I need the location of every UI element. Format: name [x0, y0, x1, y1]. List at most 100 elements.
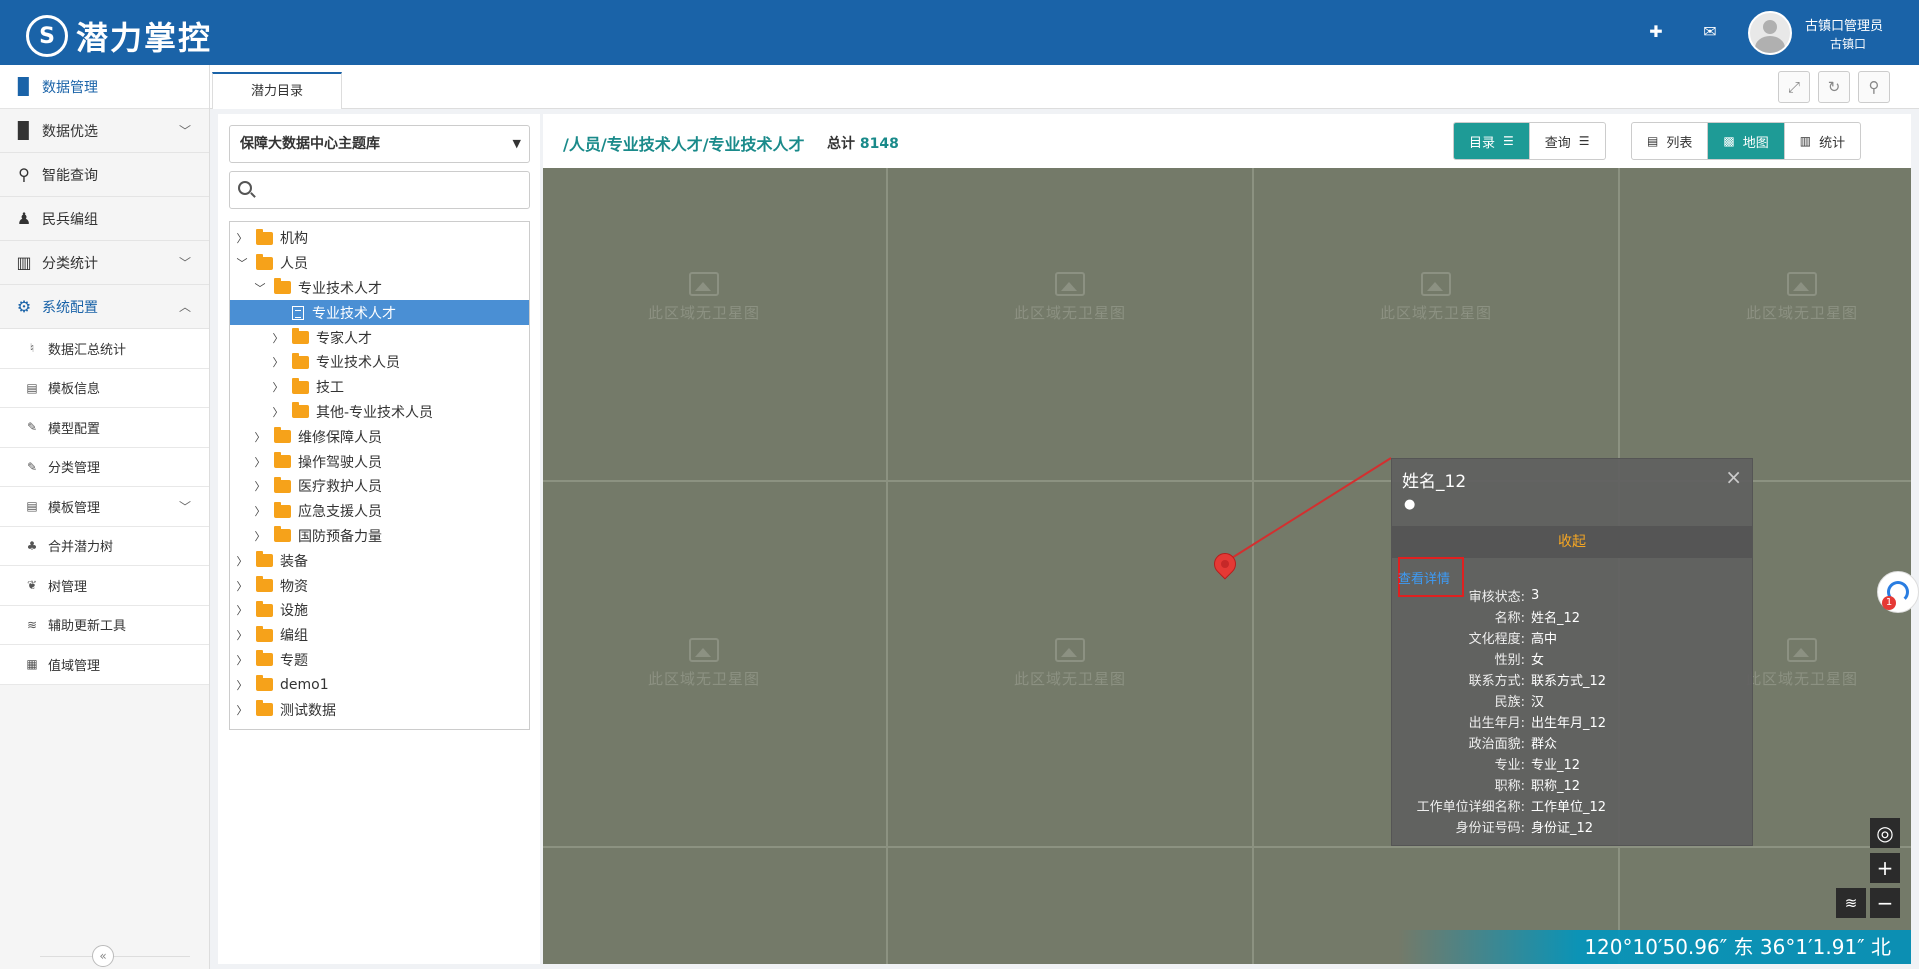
sidebar-subitem-update-tool[interactable]: ≋ 辅助更新工具	[0, 605, 209, 645]
sidebar-item-label: 数据优选	[42, 123, 98, 140]
sidebar-subitem-template-info[interactable]: ▤ 模板信息	[0, 368, 209, 408]
catalog-button[interactable]: 目录 ☰	[1454, 123, 1530, 159]
sidebar-subitem-label: 模板信息	[48, 382, 101, 398]
chevron-right-icon[interactable]: 〉	[234, 602, 250, 618]
chevron-right-icon[interactable]: 〉	[234, 627, 250, 643]
sidebar-item-militia[interactable]: ♟ 民兵编组	[0, 197, 209, 241]
layers-icon[interactable]: ≋	[1836, 888, 1866, 918]
sidebar-item-category-stats[interactable]: ▥ 分类统计 ﹀	[0, 241, 209, 285]
map-button[interactable]: ▩ 地图	[1708, 123, 1785, 159]
tab-potential-catalog[interactable]: 潜力目录	[212, 72, 342, 109]
refresh-icon[interactable]: ↻	[1818, 71, 1850, 103]
popup-field: 工作单位详细名称: 工作单位_12	[1392, 795, 1752, 816]
sidebar-subitem-summary-stats[interactable]: ♮ 数据汇总统计	[0, 329, 209, 369]
collapse-sidebar-button[interactable]: «	[92, 945, 114, 967]
chevron-down-icon: ﹀	[178, 256, 191, 270]
tree-node-guofang[interactable]: 〉 国防预备力量	[230, 524, 529, 549]
library-select[interactable]: 保障大数据中心主题库 ▼	[229, 125, 530, 163]
chevron-right-icon[interactable]: 〉	[252, 454, 268, 470]
sidebar-item-system-config[interactable]: ⚙ 系统配置 ︿	[0, 285, 209, 329]
chevron-down-icon[interactable]: ﹀	[252, 280, 268, 296]
stats-button[interactable]: ▥ 统计	[1785, 123, 1860, 159]
tree-node-qita[interactable]: 〉 其他-专业技术人员	[230, 400, 529, 425]
query-button[interactable]: 查询 ☰	[1530, 123, 1605, 159]
tree-node-bianzu[interactable]: 〉 编组	[230, 623, 529, 648]
folder-icon	[256, 700, 273, 717]
mail-icon[interactable]: ✉	[1700, 22, 1720, 42]
fullscreen-icon[interactable]: ⤢	[1778, 71, 1810, 103]
chevron-right-icon[interactable]: 〉	[234, 702, 250, 718]
chevron-right-icon[interactable]: 〉	[270, 404, 286, 420]
support-badge[interactable]: 1	[1877, 571, 1919, 613]
sidebar-subitem-template-management[interactable]: ▤ 模板管理 ﹀	[0, 487, 209, 527]
sidebar-subitem-model-config[interactable]: ✎ 模型配置	[0, 408, 209, 448]
app-logo[interactable]: S 潜力掌控	[26, 13, 212, 59]
map-icon: ▩	[1723, 134, 1735, 148]
chevron-right-icon[interactable]: 〉	[234, 677, 250, 693]
tree-search-input[interactable]	[260, 176, 520, 204]
tree-node-label: 医疗救护人员	[298, 479, 382, 496]
catalog-panel: 保障大数据中心主题库 ▼ 〉机构 ﹀ 人员 ﹀ 专业技术人才 专业技术人才 〉专家人…	[218, 114, 540, 964]
sidebar-subitem-domain-management[interactable]: ▦ 值域管理	[0, 645, 209, 685]
sidebar-subitem-label: 合并潜力树	[48, 540, 114, 556]
tree-node-zhuanti[interactable]: 〉 专题	[230, 648, 529, 673]
sidebar-item-data-management[interactable]: ▉ 数据管理	[0, 65, 209, 109]
chevron-right-icon[interactable]: 〉	[270, 354, 286, 370]
chevron-right-icon[interactable]: 〉	[252, 503, 268, 519]
book-icon: ▉	[17, 121, 31, 140]
tree-node-zhuanjia[interactable]: 〉 专家人才	[230, 325, 529, 350]
tree-node-jigou[interactable]: 〉 机构	[230, 226, 529, 251]
coordinate-readout: 120°10′50.96″ 东 36°1′1.91″ 北	[1398, 930, 1911, 964]
tree-node-zhuangbei[interactable]: 〉 装备	[230, 548, 529, 573]
tree-node-zhuanye-parent[interactable]: ﹀ 专业技术人才	[230, 276, 529, 301]
tree-node-yiliao[interactable]: 〉 医疗救护人员	[230, 474, 529, 499]
tree-search[interactable]	[229, 171, 530, 209]
chevron-right-icon[interactable]: 〉	[252, 528, 268, 544]
locate-icon[interactable]: ◎	[1870, 818, 1900, 848]
tree-node-zhuanye-selected[interactable]: 专业技术人才	[230, 300, 529, 326]
tree-node-weixiu[interactable]: 〉 维修保障人员	[230, 424, 529, 449]
chevron-right-icon[interactable]: 〉	[234, 230, 250, 246]
tree-node-demo1[interactable]: 〉 demo1	[230, 672, 529, 697]
popup-collapse-button[interactable]: 收起	[1392, 526, 1752, 558]
sidebar-subitem-merge-tree[interactable]: ♣ 合并潜力树	[0, 526, 209, 566]
zoom-in-button[interactable]: +	[1870, 853, 1900, 883]
library-select-value: 保障大数据中心主题库	[240, 136, 380, 152]
tree-node-caozuo[interactable]: 〉 操作驾驶人员	[230, 449, 529, 474]
user-name[interactable]: 古镇口管理员	[1805, 15, 1883, 34]
tree-node-ceshi[interactable]: 〉 测试数据	[230, 697, 529, 722]
map-view[interactable]: 此区域无卫星图 此区域无卫星图 此区域无卫星图 此区域无卫星图 此区域无卫星图 …	[543, 168, 1911, 964]
chevron-right-icon[interactable]: 〉	[270, 330, 286, 346]
tree-node-yingji[interactable]: 〉 应急支援人员	[230, 499, 529, 524]
sidebar-item-data-optimize[interactable]: ▉ 数据优选 ﹀	[0, 109, 209, 153]
chevron-right-icon[interactable]: 〉	[234, 652, 250, 668]
chevron-down-icon: ﹀	[178, 499, 191, 514]
puzzle-icon[interactable]: ✚	[1646, 22, 1666, 42]
search-icon[interactable]: ⚲	[1858, 71, 1890, 103]
folder-icon	[256, 625, 273, 642]
chevron-right-icon[interactable]: 〉	[234, 578, 250, 594]
tree-node-jigong[interactable]: 〉 技工	[230, 375, 529, 400]
sidebar-subitem-category-management[interactable]: ✎ 分类管理	[0, 447, 209, 487]
chevron-down-icon[interactable]: ﹀	[234, 255, 250, 271]
chevron-right-icon[interactable]: 〉	[234, 553, 250, 569]
zoom-out-button[interactable]: −	[1870, 888, 1900, 918]
tree-node-sheshi[interactable]: 〉 设施	[230, 598, 529, 623]
sidebar-subitem-tree-management[interactable]: ❦ 树管理	[0, 566, 209, 606]
chevron-right-icon[interactable]: 〉	[252, 429, 268, 445]
tree-node-label: 其他-专业技术人员	[316, 404, 434, 421]
sidebar-item-label: 智能查询	[42, 167, 98, 184]
tree-node-wuzi[interactable]: 〉 物资	[230, 573, 529, 598]
sidebar-item-label: 数据管理	[42, 79, 98, 96]
tree-node-zhuanye-renyuan[interactable]: 〉 专业技术人员	[230, 350, 529, 375]
list-button[interactable]: ▤ 列表	[1632, 123, 1709, 159]
popup-field: 出生年月: 出生年月_12	[1392, 711, 1752, 732]
chevron-right-icon[interactable]: 〉	[252, 478, 268, 494]
breadcrumb: /人员/专业技术人才/专业技术人才	[563, 135, 805, 154]
tree-node-renyuan[interactable]: ﹀ 人员	[230, 251, 529, 276]
avatar[interactable]	[1748, 11, 1792, 55]
sidebar-item-smart-query[interactable]: ⚲ 智能查询	[0, 153, 209, 197]
chevron-right-icon[interactable]: 〉	[270, 379, 286, 395]
close-icon[interactable]: ×	[1725, 465, 1742, 489]
button-label: 列表	[1666, 135, 1693, 151]
